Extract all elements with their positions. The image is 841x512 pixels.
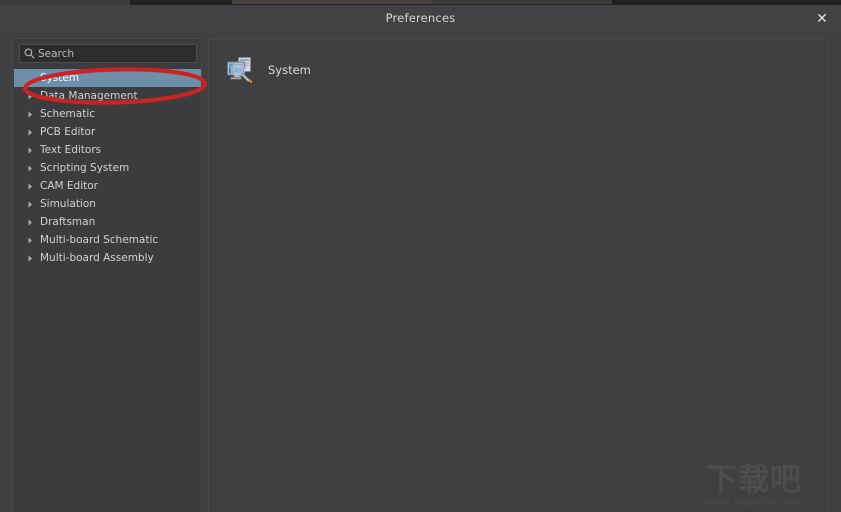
chevron-right-icon[interactable] bbox=[14, 201, 38, 208]
chevron-right-icon[interactable] bbox=[14, 165, 38, 172]
close-icon[interactable]: ✕ bbox=[803, 5, 841, 32]
chevron-right-icon[interactable] bbox=[14, 255, 38, 262]
sidebar-item-label: Data Management bbox=[40, 90, 138, 102]
chevron-right-icon[interactable] bbox=[14, 111, 38, 118]
content-page-entry-system[interactable]: System bbox=[225, 55, 311, 85]
chevron-right-icon[interactable] bbox=[14, 237, 38, 244]
sidebar-item-label: System bbox=[40, 72, 80, 84]
sidebar-item-cam-editor[interactable]: CAM Editor bbox=[14, 177, 201, 195]
sidebar-item-system[interactable]: System bbox=[14, 69, 201, 87]
preferences-dialog: Preferences ✕ Search System Data Managem… bbox=[0, 5, 841, 512]
sidebar-item-label: Draftsman bbox=[40, 216, 96, 228]
chevron-right-icon[interactable] bbox=[14, 93, 38, 100]
content-page-entry-label: System bbox=[268, 63, 311, 77]
sidebar-item-label: PCB Editor bbox=[40, 126, 96, 138]
chevron-right-icon[interactable] bbox=[14, 129, 38, 136]
sidebar-item-label: Simulation bbox=[40, 198, 96, 210]
preferences-tree: System Data Management Schematic PCB Edi… bbox=[14, 69, 201, 267]
sidebar-item-label: Scripting System bbox=[40, 162, 130, 174]
watermark: 下载吧 www.xiazaiba.com bbox=[686, 463, 822, 509]
chevron-right-icon[interactable] bbox=[14, 183, 38, 190]
sidebar-item-data-management[interactable]: Data Management bbox=[14, 87, 201, 105]
dialog-titlebar[interactable]: Preferences ✕ bbox=[0, 5, 841, 34]
dialog-body: Search System Data Management Schematic … bbox=[0, 33, 841, 512]
sidebar-item-simulation[interactable]: Simulation bbox=[14, 195, 201, 213]
sidebar-item-label: CAM Editor bbox=[40, 180, 98, 192]
background-strip-segment-mid bbox=[232, 0, 432, 4]
preferences-sidebar: Search System Data Management Schematic … bbox=[12, 38, 208, 512]
dialog-title: Preferences bbox=[385, 11, 456, 25]
sidebar-item-draftsman[interactable]: Draftsman bbox=[14, 213, 201, 231]
sidebar-item-label: Schematic bbox=[40, 108, 96, 120]
watermark-logo: 下载吧 bbox=[706, 462, 802, 498]
sidebar-item-multi-board-assembly[interactable]: Multi-board Assembly bbox=[14, 249, 201, 267]
sidebar-item-label: Text Editors bbox=[40, 144, 102, 156]
sidebar-item-label: Multi-board Assembly bbox=[40, 252, 154, 264]
search-icon bbox=[20, 48, 38, 59]
sidebar-item-label: Multi-board Schematic bbox=[40, 234, 159, 246]
search-input[interactable]: Search bbox=[19, 44, 197, 63]
chevron-right-icon[interactable] bbox=[14, 147, 38, 154]
sidebar-item-scripting-system[interactable]: Scripting System bbox=[14, 159, 201, 177]
sidebar-item-multi-board-schematic[interactable]: Multi-board Schematic bbox=[14, 231, 201, 249]
watermark-url: www.xiazaiba.com bbox=[704, 497, 804, 508]
preferences-content-panel: System 下载吧 www.xiazaiba.com bbox=[208, 38, 829, 512]
background-strip-segment-right bbox=[432, 0, 612, 4]
sidebar-item-schematic[interactable]: Schematic bbox=[14, 105, 201, 123]
system-monitor-magnifier-icon bbox=[225, 55, 255, 85]
sidebar-item-pcb-editor[interactable]: PCB Editor bbox=[14, 123, 201, 141]
search-placeholder: Search bbox=[38, 47, 75, 60]
sidebar-item-text-editors[interactable]: Text Editors bbox=[14, 141, 201, 159]
chevron-right-icon[interactable] bbox=[14, 219, 38, 226]
